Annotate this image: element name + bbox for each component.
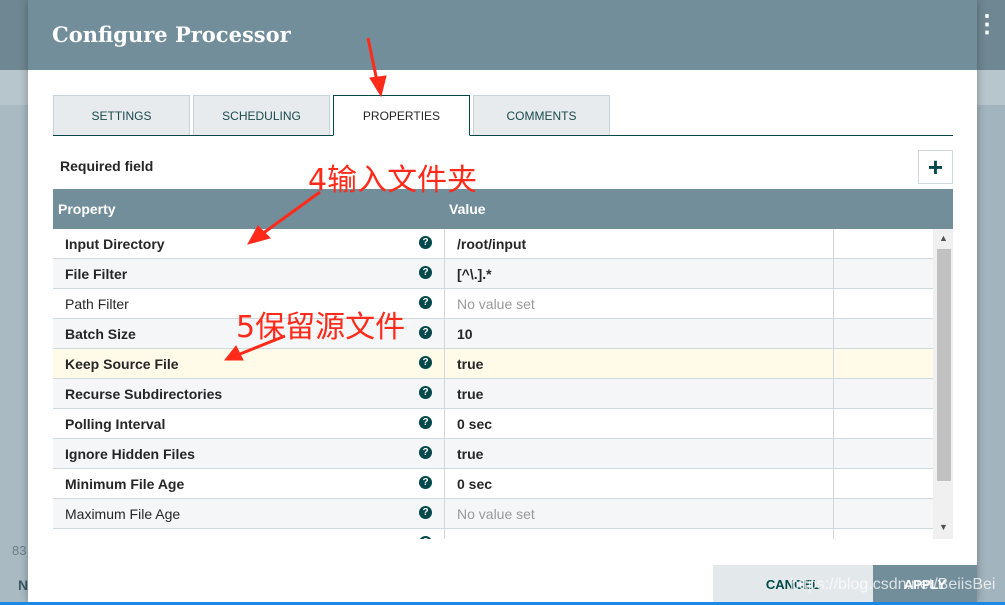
arrow-head-properties	[369, 75, 387, 98]
arrow-to-keep-source	[239, 334, 286, 356]
arrow-head-input-directory	[246, 225, 271, 245]
annotation-arrows	[223, 37, 387, 361]
arrow-to-input-directory	[261, 190, 321, 236]
